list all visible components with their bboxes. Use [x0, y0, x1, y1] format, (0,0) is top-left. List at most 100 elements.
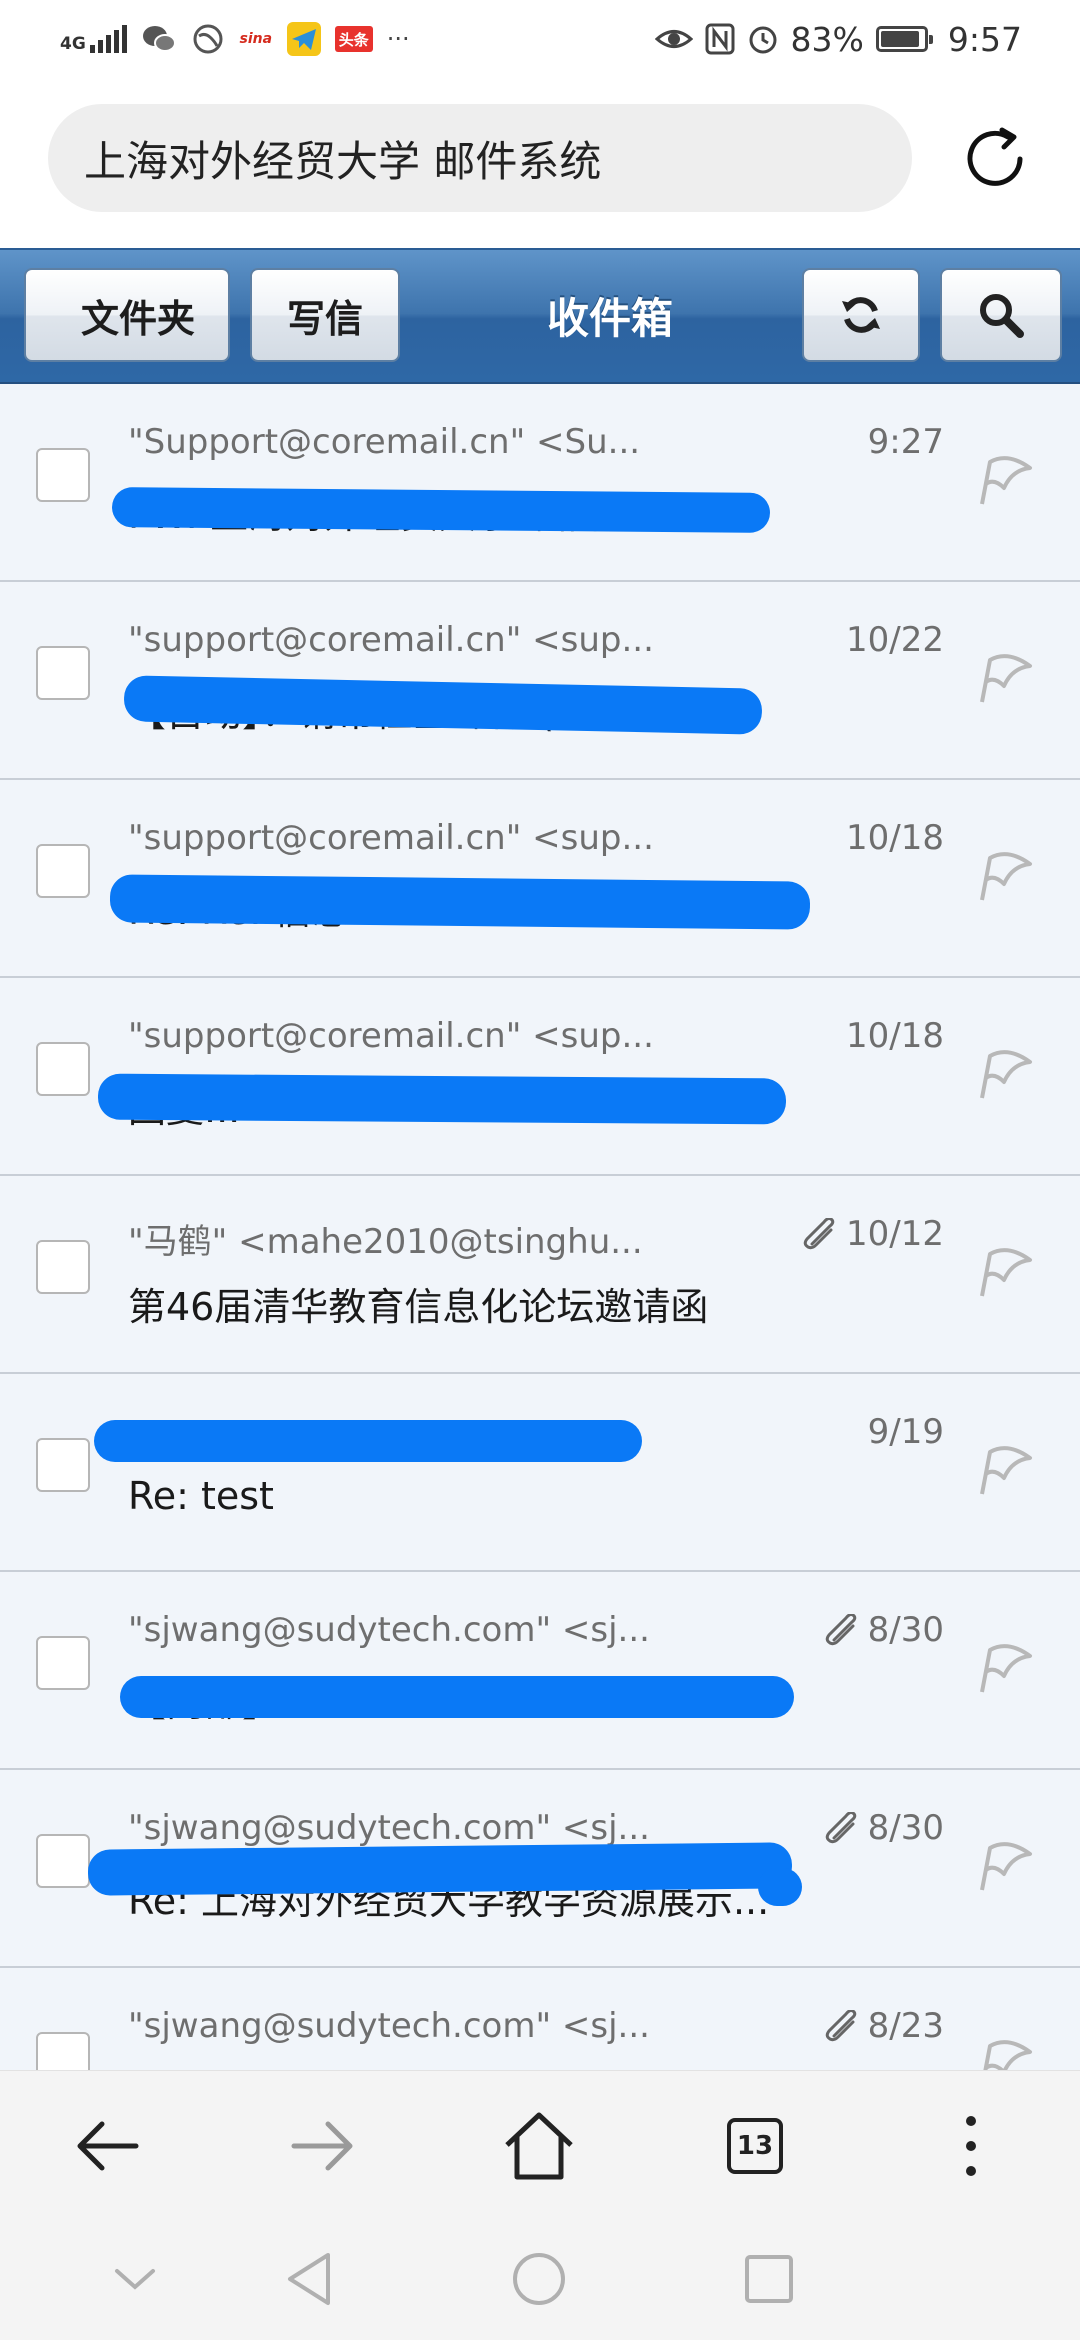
status-right: 83% 9:57 [654, 14, 1022, 64]
mail-date: 8/30 [824, 1610, 944, 1650]
refresh-icon [842, 297, 880, 333]
mail-row[interactable]: "sjwang@sudytech.com" <sj... 8/30 Re: 上海… [0, 1770, 1080, 1968]
flag-icon[interactable] [974, 848, 1034, 904]
mail-checkbox[interactable] [36, 1834, 90, 1888]
mail-checkbox[interactable] [36, 1042, 90, 1096]
recents-square-icon [745, 2255, 793, 2303]
flag-icon[interactable] [974, 1640, 1034, 1696]
redaction-mark [97, 1073, 787, 1125]
mail-date-text: 10/12 [846, 1214, 944, 1254]
browser-globe-icon [193, 24, 223, 54]
toutiao-label: 头条 [338, 30, 369, 49]
menu-button[interactable] [926, 2101, 1016, 2191]
flag-icon[interactable] [974, 1244, 1034, 1300]
system-home-button[interactable] [504, 2244, 574, 2314]
redaction-mark [120, 1676, 794, 1718]
mail-row[interactable]: "sjwang@sudytech.com" <sj... 8/30 【内部】..… [0, 1572, 1080, 1770]
attachment-icon [825, 1812, 856, 1844]
mail-sender: "support@coremail.cn" <sup... [128, 1016, 654, 1056]
mail-row[interactable]: "support@coremail.cn" <sup... 10/18 Re: … [0, 780, 1080, 978]
flag-icon[interactable] [974, 650, 1034, 706]
mail-sender: "sjwang@sudytech.com" <sj... [128, 1610, 650, 1650]
mail-date-text: 9/19 [867, 1412, 944, 1452]
mail-checkbox[interactable] [36, 844, 90, 898]
back-triangle-icon [288, 2253, 330, 2305]
network-type: 4G [60, 34, 86, 54]
status-left: 4G sina 头条 ··· [60, 14, 410, 64]
mail-checkbox[interactable] [36, 1240, 90, 1294]
collapse-icon [115, 2269, 155, 2290]
folders-label: 文件夹 [80, 296, 195, 341]
compose-label: 写信 [286, 296, 363, 341]
mail-date-text: 9:27 [867, 422, 944, 462]
mail-date-text: 10/18 [846, 1016, 944, 1056]
mail-date-text: 10/18 [846, 818, 944, 858]
reload-icon[interactable] [958, 122, 1032, 196]
flag-icon[interactable] [974, 1046, 1034, 1102]
mail-date: 9:27 [868, 422, 944, 462]
mail-date: 8/23 [824, 2006, 944, 2046]
mail-date: 10/18 [846, 1016, 944, 1056]
mail-subject: Re: test [128, 1474, 274, 1518]
mail-sender: "sjwang@sudytech.com" <sj... [128, 2006, 650, 2046]
mail-date: 10/22 [846, 620, 944, 660]
tab-count: 13 [736, 2131, 774, 2161]
mail-checkbox[interactable] [36, 1636, 90, 1690]
collapse-button[interactable] [100, 2244, 170, 2314]
tabs-icon: 13 [727, 2118, 783, 2174]
folders-back-button[interactable]: 文件夹 [24, 268, 230, 362]
mail-date: 10/12 [802, 1214, 944, 1254]
mail-date-text: 10/22 [846, 620, 944, 660]
weibo-app-icon: sina [239, 22, 273, 56]
search-icon [980, 294, 1024, 338]
back-arrow-icon [77, 2121, 139, 2171]
flag-icon[interactable] [974, 2036, 1034, 2070]
mail-checkbox[interactable] [36, 1438, 90, 1492]
inbox-title: 收件箱 [546, 293, 673, 343]
mail-row[interactable]: "support@coremail.cn" <sup... 10/18 回复..… [0, 978, 1080, 1176]
forward-arrow-icon [291, 2121, 353, 2171]
mail-checkbox[interactable] [36, 646, 90, 700]
mail-date: 9/19 [868, 1412, 944, 1452]
search-button[interactable] [940, 268, 1062, 362]
compose-button[interactable]: 写信 [250, 268, 400, 362]
flag-icon[interactable] [974, 1442, 1034, 1498]
mail-row[interactable]: "马鹤" <mahe2010@tsinghu... 10/12 第46届清华教育… [0, 1176, 1080, 1374]
mail-row[interactable]: "sjwang@sudytech.com" <sj... 8/23 [0, 1968, 1080, 2070]
flag-icon[interactable] [974, 452, 1034, 508]
forward-button[interactable] [278, 2101, 368, 2191]
eye-comfort-icon [654, 30, 693, 48]
mail-row[interactable]: "support@coremail.cn" <sup... 10/22 【自动】… [0, 582, 1080, 780]
flag-icon[interactable] [974, 1838, 1034, 1894]
tabs-button[interactable]: 13 [710, 2101, 800, 2191]
telegram-app-icon [286, 22, 321, 56]
mail-date: 8/30 [824, 1808, 944, 1848]
signal-bars-icon [89, 25, 127, 53]
mail-header-bar: 文件夹 写信 收件箱 [0, 248, 1080, 384]
battery-percent: 83% [790, 19, 864, 59]
refresh-button[interactable] [802, 268, 920, 362]
mail-row[interactable]: 9/19 Re: test [0, 1374, 1080, 1572]
clock: 9:57 [947, 19, 1022, 59]
home-button[interactable] [494, 2101, 584, 2191]
recents-button[interactable] [734, 2244, 804, 2314]
mail-row[interactable]: "Support@coremail.cn" <Su... 9:27 FW: 上海… [0, 384, 1080, 582]
mail-sender: "support@coremail.cn" <sup... [128, 818, 654, 858]
back-button[interactable] [62, 2101, 152, 2191]
mail-date-text: 8/30 [867, 1610, 944, 1650]
system-nav-bar [0, 2220, 1080, 2340]
mail-checkbox[interactable] [36, 2032, 90, 2070]
more-vertical-icon [966, 2116, 976, 2176]
battery-icon [875, 26, 933, 52]
address-field[interactable]: 上海对外经贸大学 邮件系统 [48, 104, 912, 212]
mail-date-text: 8/23 [867, 2006, 944, 2046]
mail-sender: "support@coremail.cn" <sup... [128, 620, 654, 660]
mail-checkbox[interactable] [36, 448, 90, 502]
mail-date: 10/18 [846, 818, 944, 858]
signal-indicator: 4G [60, 25, 127, 53]
attachment-icon [825, 1614, 856, 1646]
system-back-button[interactable] [274, 2244, 344, 2314]
attachment-icon [803, 1218, 835, 1250]
address-bar: 上海对外经贸大学 邮件系统 [0, 76, 1080, 248]
page-title: 上海对外经贸大学 邮件系统 [84, 136, 602, 186]
